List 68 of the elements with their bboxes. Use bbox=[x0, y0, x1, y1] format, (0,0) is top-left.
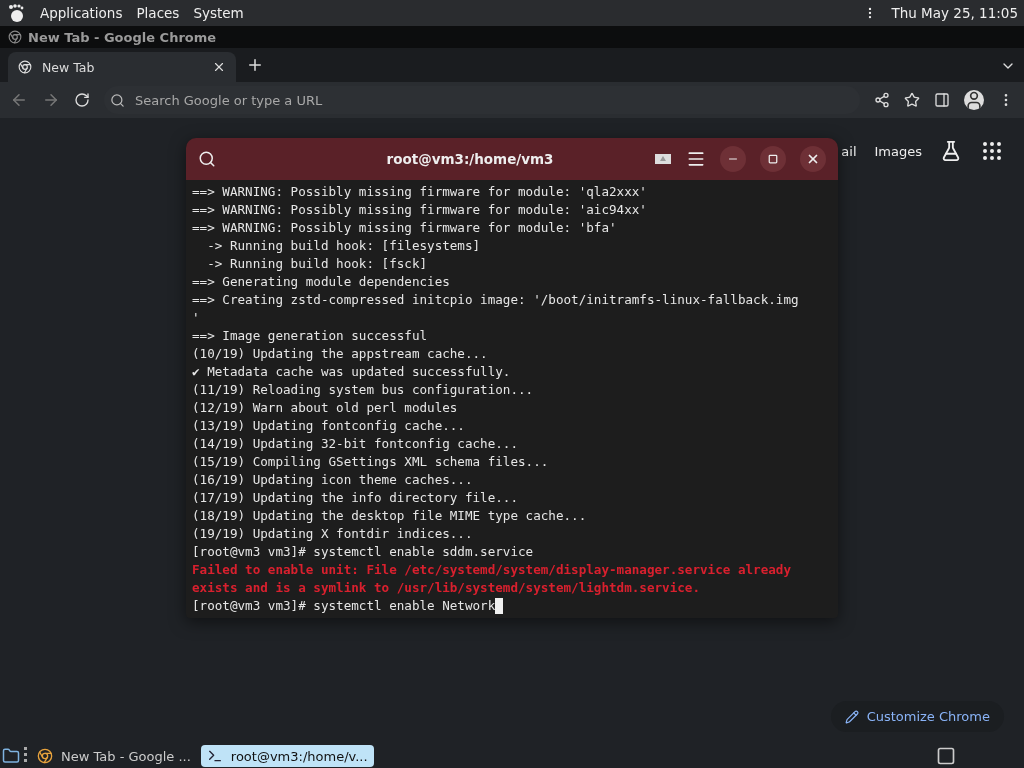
close-button[interactable] bbox=[800, 146, 826, 172]
header-link[interactable]: ail bbox=[841, 143, 857, 159]
terminal-line: (19/19) Updating X fontdir indices... bbox=[192, 525, 473, 543]
terminal-icon bbox=[206, 748, 223, 764]
side-panel-icon[interactable] bbox=[934, 92, 950, 108]
terminal-line: -> Running build hook: [fsck] bbox=[206, 255, 428, 273]
forward-icon[interactable] bbox=[42, 91, 60, 109]
terminal-line: ==> WARNING: Possibly missing firmware for module: 'bfa' bbox=[192, 219, 617, 237]
terminal-line: (15/19) Compiling GSettings XML schema files... bbox=[192, 453, 549, 471]
terminal-line: (11/19) Reloading system bus configuration... bbox=[192, 381, 534, 399]
terminal-line: -> Running build hook: [filesystems] bbox=[206, 237, 481, 255]
terminal-line: [root@vm3 vm3]# systemctl enable sddm.service bbox=[192, 543, 534, 561]
foot-icon[interactable] bbox=[6, 3, 26, 23]
browser-icon bbox=[37, 748, 53, 764]
terminal-line: ==> Image generation successful bbox=[192, 327, 428, 345]
terminal-line: ==> Creating zstd-compressed initcpio image: '/boot/initramfs-linux-fallback.img bbox=[192, 291, 799, 309]
panel-menu[interactable]: Applications bbox=[40, 5, 123, 21]
share-icon[interactable] bbox=[874, 92, 890, 108]
terminal-line: (17/19) Updating the info directory file... bbox=[192, 489, 519, 507]
flask-icon[interactable] bbox=[940, 140, 962, 162]
search-icon bbox=[110, 92, 125, 108]
star-icon[interactable] bbox=[904, 92, 920, 108]
terminal-line: (14/19) Updating 32-bit fontconfig cache... bbox=[192, 435, 519, 453]
reload-icon[interactable] bbox=[74, 92, 90, 108]
browser-tab[interactable]: New Tab bbox=[8, 52, 236, 82]
folder-icon[interactable] bbox=[2, 747, 20, 765]
window-title: New Tab - Google Chrome bbox=[28, 29, 217, 45]
tag-icon[interactable] bbox=[654, 152, 672, 166]
header-link[interactable]: Images bbox=[874, 143, 922, 159]
profile-icon[interactable] bbox=[964, 90, 984, 110]
taskbar-item[interactable]: New Tab - Google ... bbox=[31, 745, 197, 767]
terminal-line: (18/19) Updating the desktop file MIME type cache... bbox=[192, 507, 587, 525]
panel-menu[interactable]: System bbox=[193, 5, 244, 21]
terminal-line: (10/19) Updating the appstream cache... bbox=[192, 345, 488, 363]
terminal-line: [root@vm3 vm3]# systemctl enable Network bbox=[192, 597, 496, 615]
terminal-line: (16/19) Updating icon theme caches... bbox=[192, 471, 473, 489]
customize-button[interactable]: Customize Chrome bbox=[830, 701, 1004, 732]
search-button[interactable] bbox=[198, 150, 216, 168]
terminal-line: (12/19) Warn about old perl modules bbox=[192, 399, 458, 417]
terminal-line: ' bbox=[192, 309, 200, 327]
panel-menu[interactable]: Places bbox=[136, 5, 180, 21]
taskbar-item[interactable]: root@vm3:/home/v... bbox=[200, 745, 374, 767]
error-line: exists and is a symlink to /usr/lib/systemd/system/lightdm.service. bbox=[192, 579, 700, 597]
terminal-line: ==> WARNING: Possibly missing firmware for module: 'aic94xx' bbox=[192, 201, 647, 219]
handle-icon[interactable] bbox=[24, 747, 27, 765]
terminal-line: ==> Generating module dependencies bbox=[192, 273, 450, 291]
terminal-line: ✔ Metadata cache was updated successfully. bbox=[192, 363, 511, 381]
apps-icon[interactable] bbox=[980, 139, 1004, 163]
maximize-icon bbox=[768, 154, 778, 164]
terminal-title: root@vm3:/home/vm3 bbox=[385, 151, 555, 167]
close-icon bbox=[806, 152, 820, 166]
back-icon[interactable] bbox=[10, 91, 28, 109]
pencil-icon bbox=[844, 709, 859, 724]
clock[interactable]: Thu May 25, 11:05 bbox=[891, 5, 1018, 21]
address-input[interactable]: Search Google or type a URL bbox=[133, 91, 854, 109]
menu-button[interactable] bbox=[686, 149, 706, 169]
minimize-button[interactable] bbox=[720, 146, 746, 172]
browser-icon bbox=[8, 30, 22, 44]
maximize-button[interactable] bbox=[760, 146, 786, 172]
menu-icon bbox=[686, 149, 706, 169]
terminal-line: ==> WARNING: Possibly missing firmware for module: 'qla2xxx' bbox=[192, 183, 647, 201]
terminal-line: (13/19) Updating fontconfig cache... bbox=[192, 417, 465, 435]
new-tab-icon[interactable] bbox=[246, 56, 264, 74]
browser-icon bbox=[18, 60, 32, 74]
search-icon bbox=[198, 150, 216, 168]
workspace-icon[interactable] bbox=[936, 746, 956, 766]
close-icon[interactable] bbox=[212, 60, 226, 74]
error-line: Failed to enable unit: File /etc/systemd/system/display-manager.service already bbox=[192, 561, 791, 579]
